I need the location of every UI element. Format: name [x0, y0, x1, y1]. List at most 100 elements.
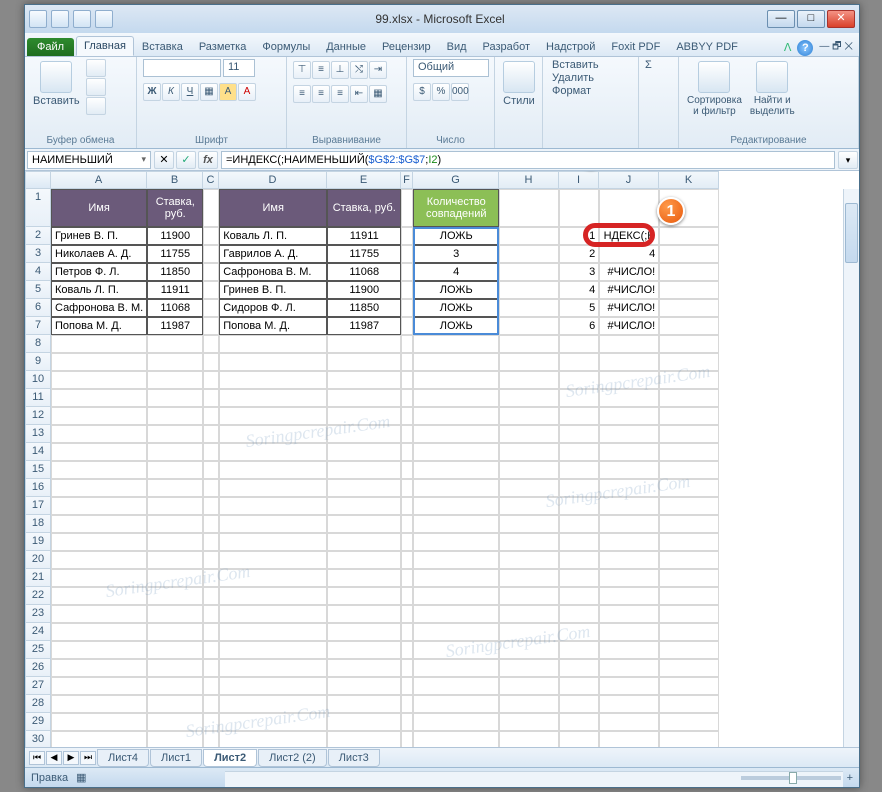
cell[interactable]: [599, 659, 659, 677]
cell[interactable]: [413, 461, 499, 479]
cell[interactable]: [219, 587, 327, 605]
cell[interactable]: [219, 605, 327, 623]
cell[interactable]: [659, 425, 719, 443]
cell[interactable]: [219, 425, 327, 443]
cell[interactable]: [599, 353, 659, 371]
cell[interactable]: [401, 659, 413, 677]
cell[interactable]: [599, 713, 659, 731]
cell[interactable]: [327, 659, 401, 677]
cell[interactable]: [147, 407, 203, 425]
cell[interactable]: [401, 371, 413, 389]
cell[interactable]: [413, 605, 499, 623]
cell[interactable]: [203, 335, 219, 353]
row-header[interactable]: 6: [25, 299, 51, 317]
cell[interactable]: [203, 317, 219, 335]
cell[interactable]: [413, 515, 499, 533]
formula-bar[interactable]: =ИНДЕКС(;НАИМЕНЬШИЙ($G$2:$G$7;I2) ИНДЕКС…: [221, 151, 835, 169]
cell[interactable]: [559, 515, 599, 533]
cell[interactable]: 11068: [327, 263, 401, 281]
cell[interactable]: [203, 353, 219, 371]
cell[interactable]: [499, 227, 559, 245]
close-button[interactable]: ✕: [827, 10, 855, 28]
cell[interactable]: [51, 425, 147, 443]
cell[interactable]: [147, 353, 203, 371]
cell[interactable]: [401, 299, 413, 317]
col-header[interactable]: C: [203, 171, 219, 189]
cell[interactable]: [203, 245, 219, 263]
sort-filter-button[interactable]: Сортировка и фильтр: [685, 59, 744, 119]
vertical-scrollbar[interactable]: [843, 189, 859, 747]
tab-addins[interactable]: Надстрой: [538, 37, 603, 56]
row-header[interactable]: 1: [25, 189, 51, 227]
worksheet-grid[interactable]: ABCDEFGHIJK 1234567891011121314151617181…: [25, 171, 859, 747]
sheet-tab[interactable]: Лист4: [97, 749, 149, 767]
cell[interactable]: [599, 497, 659, 515]
cell[interactable]: [413, 713, 499, 731]
cell[interactable]: [327, 335, 401, 353]
cell[interactable]: [401, 587, 413, 605]
cell[interactable]: [51, 335, 147, 353]
cell[interactable]: [599, 479, 659, 497]
cell[interactable]: [659, 659, 719, 677]
cell[interactable]: [499, 335, 559, 353]
cell[interactable]: [401, 479, 413, 497]
cell[interactable]: [401, 731, 413, 747]
tab-abbyy[interactable]: ABBYY PDF: [668, 37, 746, 56]
cell[interactable]: [559, 551, 599, 569]
cell[interactable]: [599, 605, 659, 623]
cell[interactable]: [327, 497, 401, 515]
col-header[interactable]: D: [219, 171, 327, 189]
cell[interactable]: [659, 227, 719, 245]
macro-record-icon[interactable]: ▦: [76, 771, 86, 784]
cell[interactable]: 4: [559, 281, 599, 299]
cell[interactable]: [401, 677, 413, 695]
find-select-button[interactable]: Найти и выделить: [748, 59, 797, 119]
name-box[interactable]: НАИМЕНЬШИЙ ▾: [27, 151, 151, 169]
cell[interactable]: [327, 533, 401, 551]
zoom-in-button[interactable]: +: [847, 772, 853, 784]
cell[interactable]: [401, 425, 413, 443]
name-box-dropdown-icon[interactable]: ▾: [141, 154, 146, 165]
cell[interactable]: [401, 713, 413, 731]
cell[interactable]: [559, 695, 599, 713]
cell[interactable]: [51, 479, 147, 497]
cell[interactable]: [219, 389, 327, 407]
cell[interactable]: [203, 227, 219, 245]
cell[interactable]: 3: [559, 263, 599, 281]
indent-dec-button[interactable]: ⇤: [350, 85, 368, 103]
cell[interactable]: [327, 461, 401, 479]
cell[interactable]: [401, 353, 413, 371]
cell[interactable]: [203, 587, 219, 605]
row-header[interactable]: 2: [25, 227, 51, 245]
col-header[interactable]: K: [659, 171, 719, 189]
cell[interactable]: [413, 407, 499, 425]
cell[interactable]: [147, 641, 203, 659]
maximize-button[interactable]: □: [797, 10, 825, 28]
cell[interactable]: [659, 335, 719, 353]
sheet-nav-first[interactable]: ⏮: [29, 751, 45, 765]
row-header[interactable]: 7: [25, 317, 51, 335]
cell[interactable]: [401, 335, 413, 353]
cell[interactable]: [559, 533, 599, 551]
cell[interactable]: [327, 371, 401, 389]
cell[interactable]: [203, 461, 219, 479]
cell[interactable]: [499, 587, 559, 605]
cell[interactable]: [413, 695, 499, 713]
border-button[interactable]: ▦: [200, 83, 218, 101]
cell[interactable]: [401, 245, 413, 263]
cell[interactable]: [659, 731, 719, 747]
tab-data[interactable]: Данные: [318, 37, 374, 56]
cell[interactable]: [599, 533, 659, 551]
tab-developer[interactable]: Разработ: [475, 37, 538, 56]
row-header[interactable]: 20: [25, 551, 51, 569]
cell[interactable]: [413, 335, 499, 353]
cell[interactable]: [413, 677, 499, 695]
cell[interactable]: Сафронова В. М.: [51, 299, 147, 317]
cell[interactable]: [51, 731, 147, 747]
cell[interactable]: [559, 623, 599, 641]
cell[interactable]: [413, 353, 499, 371]
cell[interactable]: [327, 407, 401, 425]
cell[interactable]: [413, 623, 499, 641]
cell[interactable]: 2: [559, 245, 599, 263]
cell[interactable]: 11911: [327, 227, 401, 245]
